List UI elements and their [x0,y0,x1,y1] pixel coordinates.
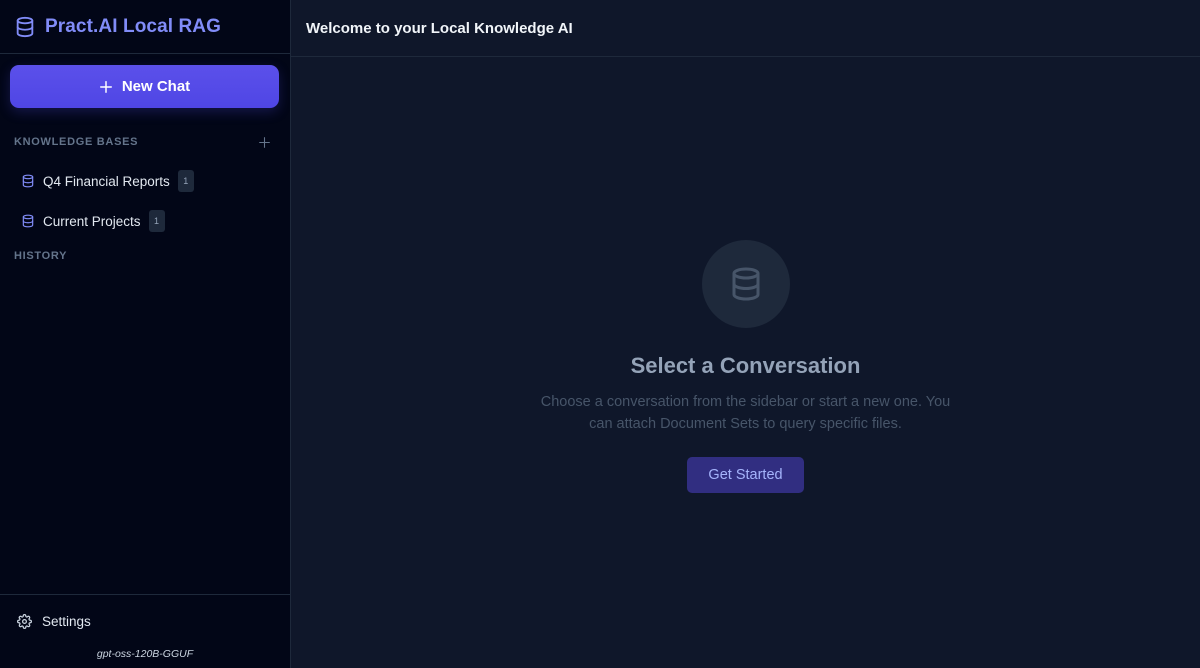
empty-state: Select a Conversation Choose a conversat… [291,240,1200,493]
knowledge-base-item[interactable]: Q4 Financial Reports 1 [0,161,290,201]
settings-label: Settings [42,614,91,629]
history-header: HISTORY [0,249,290,263]
database-icon [14,16,36,38]
add-knowledge-base-icon[interactable] [258,136,271,149]
brand-header: Pract.AI Local RAG [0,0,290,54]
knowledge-bases-header: KNOWLEDGE BASES [0,135,290,149]
database-icon [21,174,35,188]
history-heading: HISTORY [14,250,68,262]
empty-state-icon-circle [701,240,790,328]
gear-icon [17,614,32,629]
new-chat-button[interactable]: New Chat [10,65,279,108]
empty-state-title: Select a Conversation [630,353,861,378]
settings-button[interactable]: Settings [17,614,91,629]
get-started-button[interactable]: Get Started [687,457,804,493]
top-bar: Welcome to your Local Knowledge AI [291,0,1200,57]
knowledge-base-label: Current Projects [43,213,141,229]
database-icon [728,266,764,302]
knowledge-bases-heading: KNOWLEDGE BASES [14,136,139,148]
main-panel: Welcome to your Local Knowledge AI Selec… [291,0,1200,668]
empty-state-description: Choose a conversation from the sidebar o… [540,394,951,432]
page-title: Welcome to your Local Knowledge AI [306,19,573,37]
app-window: Pract.AI Local RAG New Chat KNOWLEDGE BA… [0,0,1200,668]
model-name: gpt-oss-120B-GGUF [96,648,194,660]
new-chat-label: New Chat [121,78,191,95]
knowledge-base-list: Q4 Financial Reports 1 Current Projects … [0,161,290,241]
sidebar-footer: Settings gpt-oss-120B-GGUF [0,594,290,668]
sidebar: Pract.AI Local RAG New Chat KNOWLEDGE BA… [0,0,291,668]
knowledge-base-label: Q4 Financial Reports [43,173,170,189]
plus-icon [99,80,113,94]
document-count-badge: 1 [148,210,165,232]
app-title: Pract.AI Local RAG [45,15,222,37]
knowledge-base-item[interactable]: Current Projects 1 [0,201,290,241]
database-icon [21,214,35,228]
document-count-badge: 1 [177,170,194,192]
